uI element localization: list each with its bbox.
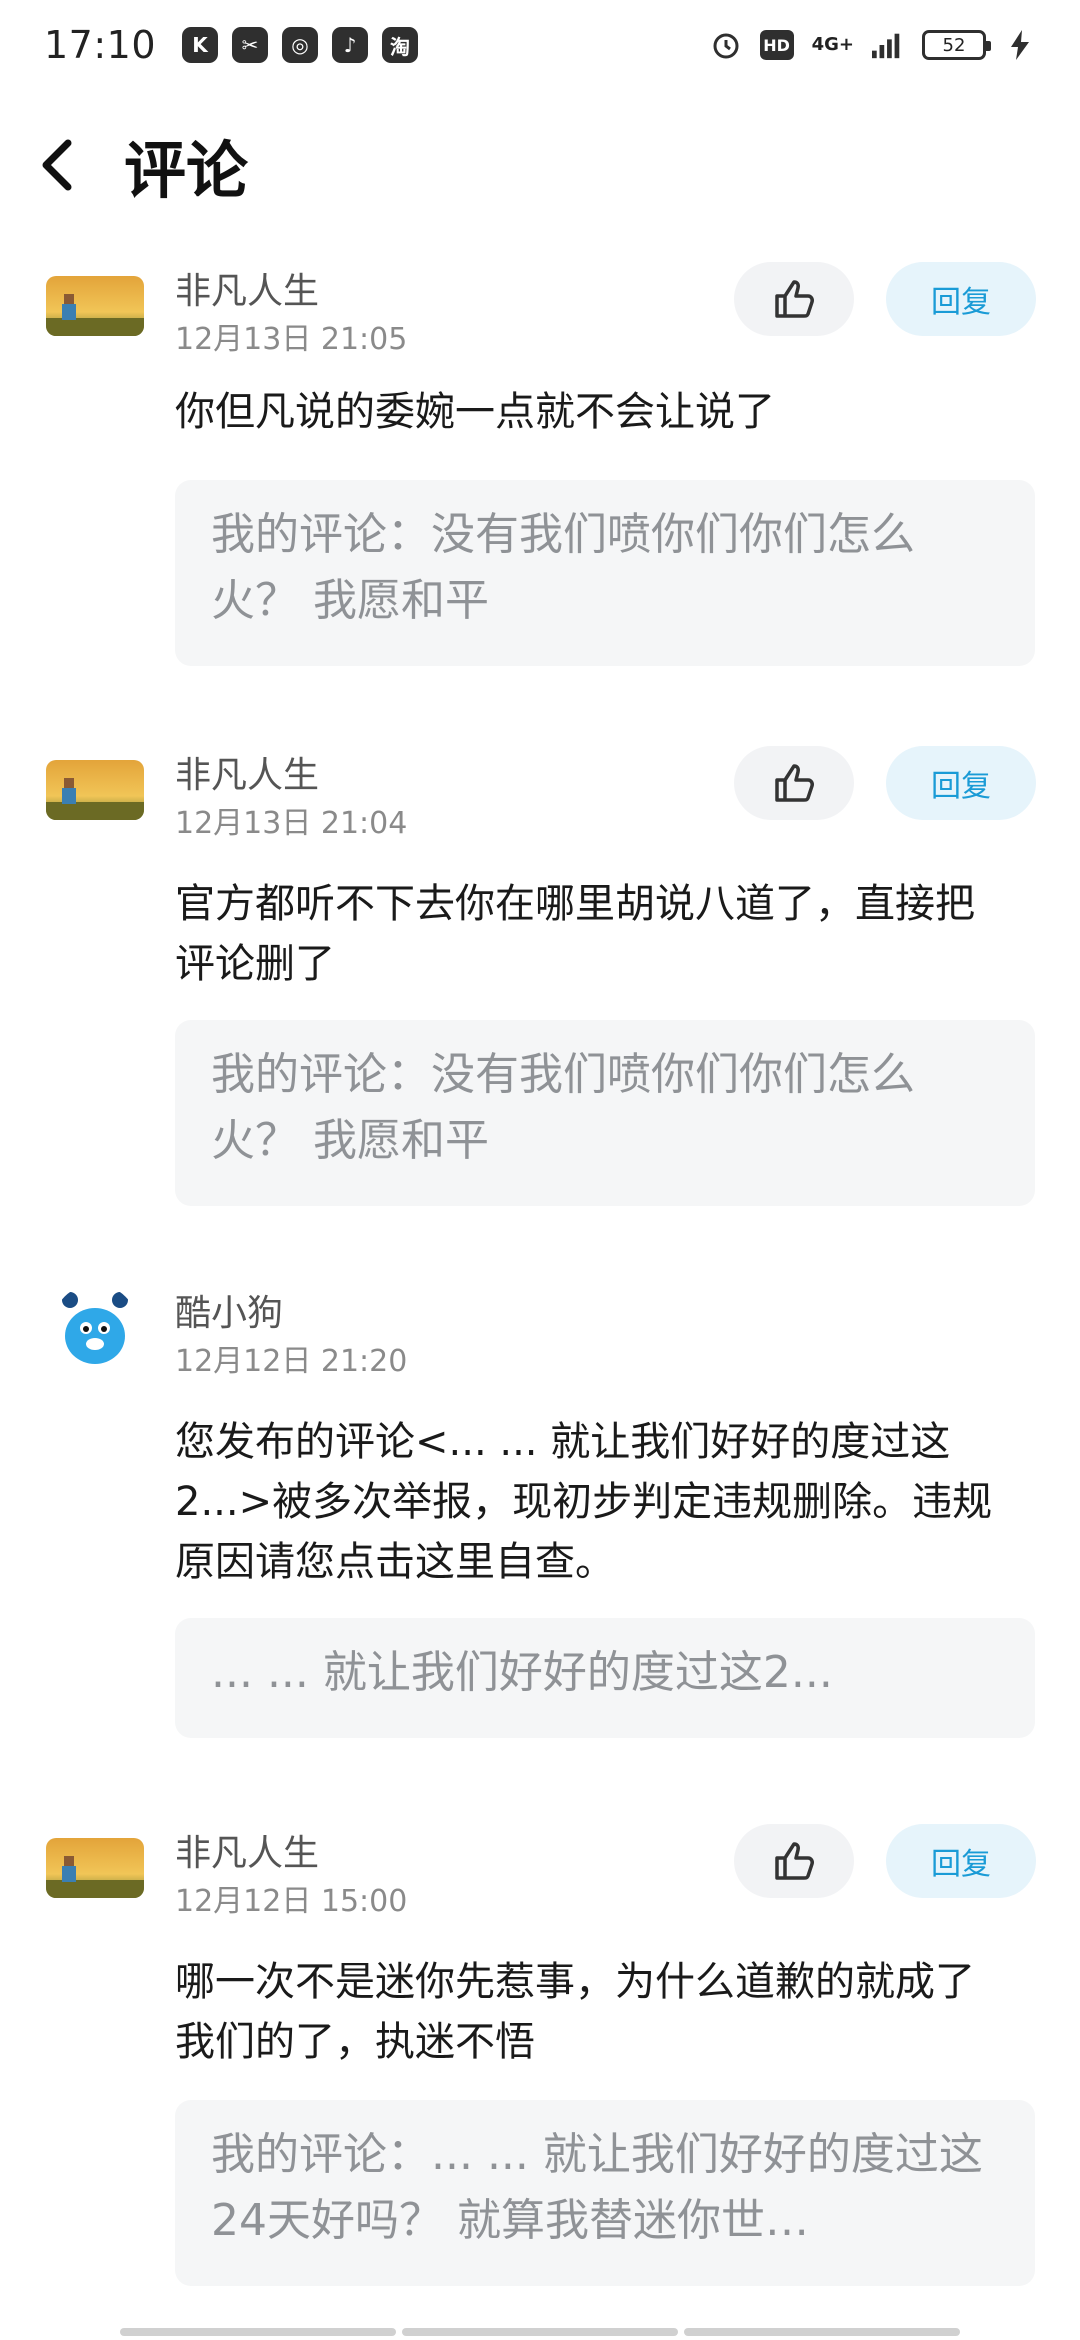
comment-author[interactable]: 非凡人生 xyxy=(175,262,319,314)
status-right: HD 4G+ 52 xyxy=(710,29,1036,61)
comment-text: 官方都听不下去你在哪里胡说八道了，直接把评论删了 xyxy=(175,881,975,987)
page-header: 评论 xyxy=(0,110,1080,220)
quoted-comment[interactable]: 我的评论：... ... 就让我们好好的度过这24天好吗？ 就算我替迷你世… xyxy=(175,2100,1035,2286)
comment-text: 哪一次不是迷你先惹事，为什么道歉的就成了我们的了，执迷不悟 xyxy=(175,1959,975,2065)
status-bar: 17:10 K ✂ ◎ ♪ 淘 HD 4G+ 52 xyxy=(0,0,1080,90)
app-tiktok-icon: ♪ xyxy=(332,27,369,63)
comment-author[interactable]: 非凡人生 xyxy=(175,746,319,798)
comment-time: 12月12日 15:00 xyxy=(175,1884,408,1919)
hd-icon: HD xyxy=(759,30,794,60)
reply-button[interactable]: 回复 xyxy=(886,262,1036,336)
scroll-indicator-segment xyxy=(684,2328,960,2336)
app-scissors-icon: ✂ xyxy=(232,27,269,63)
status-time: 17:10 xyxy=(44,23,157,67)
battery-level: 52 xyxy=(942,34,966,56)
comment-time: 12月13日 21:05 xyxy=(175,322,408,357)
app-audio-icon: ◎ xyxy=(282,27,319,63)
app-k-icon: K xyxy=(182,27,219,63)
app-taobao-icon: 淘 xyxy=(382,27,419,63)
network-label: 4G+ xyxy=(811,34,854,55)
page-title: 评论 xyxy=(124,134,249,207)
quoted-comment[interactable]: 我的评论：没有我们喷你们你们怎么火？ 我愿和平 xyxy=(175,1020,1035,1206)
scroll-indicator-segment xyxy=(402,2328,678,2336)
reply-button[interactable]: 回复 xyxy=(886,746,1036,820)
thumbs-up-icon xyxy=(775,1842,814,1880)
comment-time: 12月13日 21:04 xyxy=(175,806,408,841)
scroll-indicator-segment xyxy=(120,2328,396,2336)
thumbs-up-icon xyxy=(775,764,814,802)
chevron-left-icon xyxy=(42,139,72,191)
charging-icon xyxy=(1004,29,1036,61)
quoted-comment[interactable]: 我的评论：没有我们喷你们你们怎么火？ 我愿和平 xyxy=(175,480,1035,666)
thumbs-up-icon xyxy=(775,280,814,318)
comment-author[interactable]: 非凡人生 xyxy=(175,1824,319,1876)
avatar[interactable] xyxy=(52,1284,138,1370)
like-button[interactable] xyxy=(734,746,854,820)
reply-button[interactable]: 回复 xyxy=(886,1824,1036,1898)
like-button[interactable] xyxy=(734,1824,854,1898)
comment-time: 12月12日 21:20 xyxy=(175,1344,408,1379)
back-button[interactable] xyxy=(40,125,104,205)
quoted-comment[interactable]: ... ... 就让我们好好的度过这2... xyxy=(175,1618,1035,1738)
avatar[interactable] xyxy=(46,276,144,336)
status-app-icons: K ✂ ◎ ♪ 淘 xyxy=(182,27,419,63)
signal-icon xyxy=(872,29,904,61)
scroll-indicator xyxy=(120,2328,960,2336)
avatar[interactable] xyxy=(46,1838,144,1898)
avatar[interactable] xyxy=(46,760,144,820)
like-button[interactable] xyxy=(734,262,854,336)
battery-icon: 52 xyxy=(922,30,991,60)
comment-text[interactable]: 您发布的评论<... ... 就让我们好好的度过这2...>被多次举报，现初步判… xyxy=(175,1412,1005,1592)
comment-text: 你但凡说的委婉一点就不会让说了 xyxy=(175,389,775,435)
alarm-icon xyxy=(710,29,742,61)
comment-author[interactable]: 酷小狗 xyxy=(175,1284,283,1336)
